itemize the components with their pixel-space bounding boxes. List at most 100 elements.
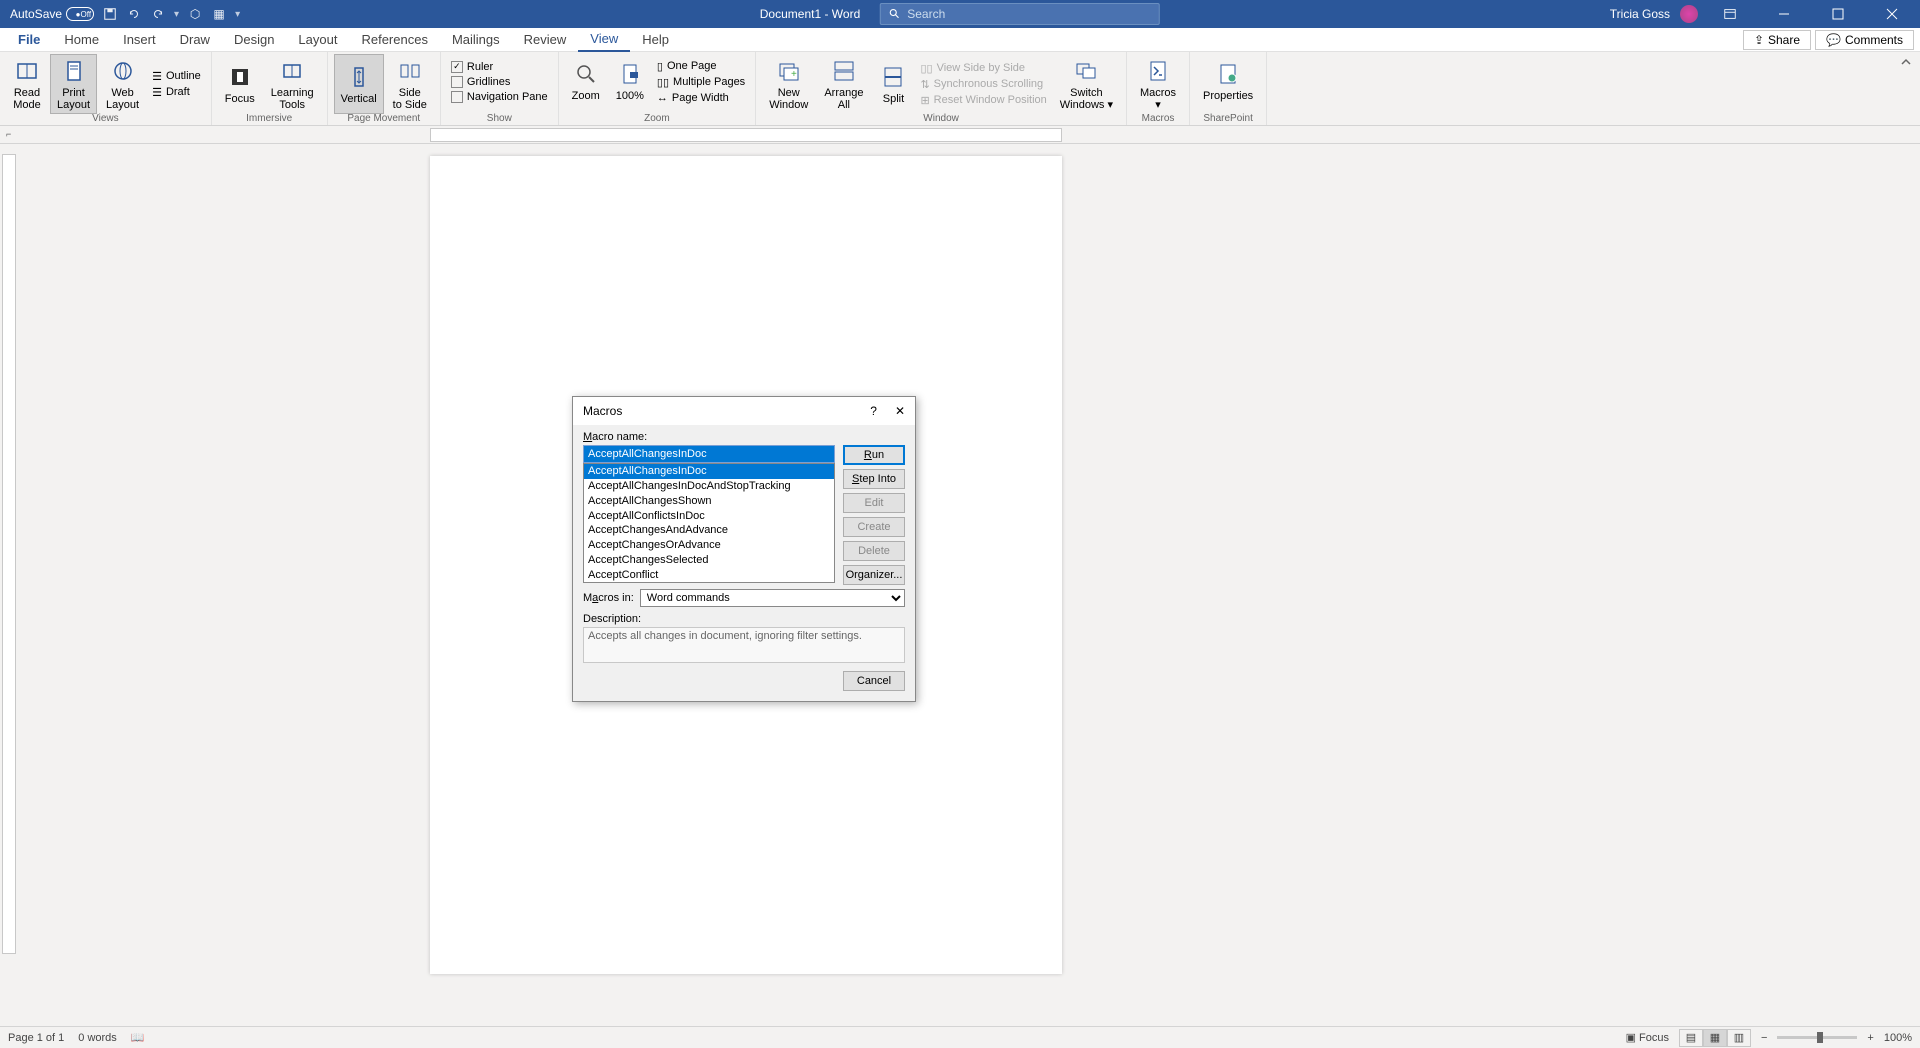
list-item[interactable]: AcceptConflict (584, 568, 834, 583)
close-button[interactable] (1870, 0, 1914, 28)
step-into-button[interactable]: Step Into (843, 469, 905, 489)
multiple-pages-button[interactable]: ▯▯Multiple Pages (653, 75, 749, 90)
read-mode-icon (13, 57, 41, 85)
macros-in-label: Macros in: (583, 592, 634, 604)
list-item[interactable]: AcceptChangesAndAdvance (584, 523, 834, 538)
save-icon[interactable] (102, 6, 118, 22)
organizer-button[interactable]: Organizer... (843, 565, 905, 585)
page-indicator[interactable]: Page 1 of 1 (8, 1032, 64, 1044)
draft-button[interactable]: ☰Draft (148, 85, 205, 100)
edit-button: Edit (843, 493, 905, 513)
macros-in-select[interactable]: Word commands (640, 589, 905, 607)
print-layout-icon (60, 57, 88, 85)
list-item[interactable]: AcceptChangesSelected (584, 553, 834, 568)
comment-icon: 💬 (1826, 33, 1841, 47)
list-item[interactable]: AcceptAllConflictsInDoc (584, 509, 834, 524)
dialog-titlebar[interactable]: Macros ? ✕ (573, 397, 915, 425)
ruler-row: ⌐ (0, 126, 1920, 144)
horizontal-ruler[interactable] (430, 128, 1062, 142)
undo-icon[interactable] (126, 6, 142, 22)
share-button[interactable]: ⇪Share (1743, 30, 1811, 50)
cancel-button[interactable]: Cancel (843, 671, 905, 691)
zoom-level[interactable]: 100% (1884, 1032, 1912, 1044)
focus-mode-button[interactable]: ▣ Focus (1626, 1031, 1669, 1044)
web-layout-view-icon[interactable]: ▥ (1727, 1029, 1751, 1047)
qat-customize-icon[interactable]: ▾ (235, 9, 240, 20)
tab-design[interactable]: Design (222, 28, 286, 52)
maximize-button[interactable] (1816, 0, 1860, 28)
list-item[interactable]: AcceptAllChangesInDocAndStopTracking (584, 479, 834, 494)
zoom-out-button[interactable]: − (1761, 1032, 1767, 1044)
ribbon-display-icon[interactable] (1708, 0, 1752, 28)
arrange-all-button[interactable]: Arrange All (817, 54, 870, 114)
tab-draw[interactable]: Draw (168, 28, 222, 52)
tab-view[interactable]: View (578, 28, 630, 52)
qat-dropdown-icon[interactable]: ▾ (174, 9, 179, 20)
properties-button[interactable]: Properties (1196, 54, 1260, 109)
list-item[interactable]: AcceptChangesOrAdvance (584, 538, 834, 553)
focus-button[interactable]: Focus (218, 54, 262, 114)
read-mode-view-icon[interactable]: ▤ (1679, 1029, 1703, 1047)
tab-file[interactable]: File (6, 28, 52, 52)
gridlines-checkbox[interactable]: Gridlines (447, 75, 552, 89)
redo-icon[interactable] (150, 6, 166, 22)
one-page-button[interactable]: ▯One Page (653, 59, 749, 74)
learning-tools-button[interactable]: Learning Tools (264, 54, 321, 114)
tab-review[interactable]: Review (512, 28, 579, 52)
macro-name-input[interactable] (583, 445, 835, 463)
spell-check-icon[interactable]: 📖 (131, 1031, 145, 1044)
nav-pane-checkbox[interactable]: Navigation Pane (447, 90, 552, 104)
list-item[interactable]: AcceptAllChangesInDoc (584, 464, 834, 479)
tab-home[interactable]: Home (52, 28, 111, 52)
document-area: Macros ? ✕ Macro name: AcceptAllChangesI… (0, 144, 1920, 1026)
split-button[interactable]: Split (872, 54, 914, 114)
macro-list[interactable]: AcceptAllChangesInDoc AcceptAllChangesIn… (583, 463, 835, 583)
focus-icon (226, 63, 254, 91)
word-count[interactable]: 0 words (78, 1032, 117, 1044)
group-page-movement: Vertical Side to Side Page Movement (328, 52, 441, 125)
multiple-pages-icon: ▯▯ (657, 76, 669, 89)
collapse-ribbon-button[interactable] (1892, 52, 1920, 125)
web-layout-button[interactable]: Web Layout (99, 54, 146, 114)
print-layout-view-icon[interactable]: ▦ (1703, 1029, 1727, 1047)
arrange-all-icon (830, 57, 858, 85)
user-avatar[interactable] (1680, 5, 1698, 23)
tab-help[interactable]: Help (630, 28, 681, 52)
create-button: Create (843, 517, 905, 537)
list-item[interactable]: AcceptAllChangesShown (584, 494, 834, 509)
comments-button[interactable]: 💬Comments (1815, 30, 1914, 50)
page-width-button[interactable]: ↔Page Width (653, 91, 749, 105)
tab-references[interactable]: References (349, 28, 439, 52)
description-text: Accepts all changes in document, ignorin… (583, 627, 905, 663)
qat-icon-2[interactable]: ▦ (211, 6, 227, 22)
zoom-in-button[interactable]: + (1867, 1032, 1873, 1044)
outline-button[interactable]: ☰Outline (148, 69, 205, 84)
macros-button[interactable]: Macros▾ (1133, 54, 1183, 114)
user-name[interactable]: Tricia Goss (1610, 7, 1670, 21)
switch-windows-button[interactable]: Switch Windows ▾ (1053, 54, 1120, 114)
minimize-button[interactable] (1762, 0, 1806, 28)
dialog-close-button[interactable]: ✕ (895, 404, 905, 418)
autosave-toggle[interactable]: AutoSave ● Off (10, 7, 94, 21)
dialog-help-button[interactable]: ? (870, 404, 877, 418)
new-window-button[interactable]: + New Window (762, 54, 815, 114)
print-layout-button[interactable]: Print Layout (50, 54, 97, 114)
share-icon: ⇪ (1754, 33, 1764, 47)
zoom-100-button[interactable]: 100% (609, 54, 651, 109)
document-title: Document1 - Word (760, 7, 860, 21)
tab-selector[interactable]: ⌐ (6, 129, 11, 139)
side-to-side-button[interactable]: Side to Side (386, 54, 434, 114)
read-mode-button[interactable]: Read Mode (6, 54, 48, 114)
run-button[interactable]: Run (843, 445, 905, 465)
vertical-button[interactable]: Vertical (334, 54, 384, 114)
tab-layout[interactable]: Layout (286, 28, 349, 52)
search-box[interactable]: Search (880, 3, 1160, 25)
qat-icon-1[interactable]: ⬡ (187, 6, 203, 22)
zoom-button[interactable]: Zoom (565, 54, 607, 109)
tab-insert[interactable]: Insert (111, 28, 168, 52)
ruler-checkbox[interactable]: ✓Ruler (447, 60, 552, 74)
tab-mailings[interactable]: Mailings (440, 28, 512, 52)
zoom-slider[interactable] (1777, 1036, 1857, 1039)
vertical-ruler[interactable] (2, 154, 16, 954)
split-icon (879, 63, 907, 91)
